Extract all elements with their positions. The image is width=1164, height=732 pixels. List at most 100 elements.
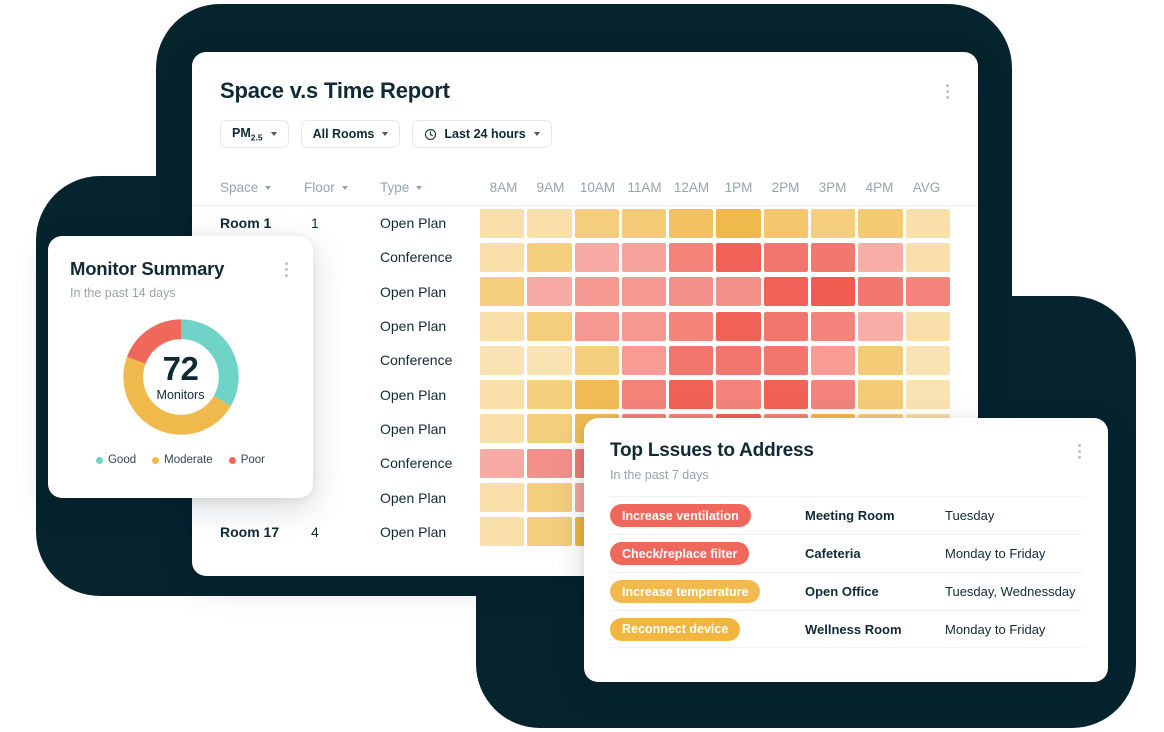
heatmap-cell[interactable] xyxy=(480,208,525,238)
heatmap-cell[interactable] xyxy=(574,380,619,410)
heatmap-cell[interactable] xyxy=(669,311,714,341)
heatmap-cell[interactable] xyxy=(527,277,572,307)
heatmap-cell[interactable] xyxy=(763,380,809,410)
heatmap-cell[interactable] xyxy=(621,277,667,307)
issue-row[interactable]: Check/replace filter Cafeteria Monday to F… xyxy=(610,534,1082,572)
heatmap-cell[interactable] xyxy=(527,414,572,444)
heatmap-cell[interactable] xyxy=(527,311,572,341)
heatmap-cell[interactable] xyxy=(858,380,903,410)
heatmap-cell[interactable] xyxy=(621,242,667,272)
issue-row[interactable]: Reconnect device Wellness Room Monday to F… xyxy=(610,610,1082,648)
heatmap-cell[interactable] xyxy=(480,345,525,375)
heatmap-cell[interactable] xyxy=(905,380,950,410)
column-header-type[interactable]: Type xyxy=(380,180,480,205)
heatmap-cell[interactable] xyxy=(811,380,856,410)
heatmap-cell[interactable] xyxy=(527,242,572,272)
column-header-time[interactable]: 4PM xyxy=(856,180,903,195)
heatmap-cell[interactable] xyxy=(669,242,714,272)
heatmap-cell[interactable] xyxy=(763,208,809,238)
legend-item[interactable]: Good xyxy=(95,454,136,466)
table-row[interactable]: Open Plan xyxy=(220,309,950,343)
heatmap-cell[interactable] xyxy=(527,483,572,513)
column-header-time[interactable]: 9AM xyxy=(527,180,574,195)
heatmap-cell[interactable] xyxy=(527,208,572,238)
more-vertical-icon[interactable] xyxy=(277,258,295,280)
heatmap-cell[interactable] xyxy=(527,380,572,410)
heatmap-cell[interactable] xyxy=(858,242,903,272)
heatmap-cell[interactable] xyxy=(574,242,619,272)
heatmap-cell[interactable] xyxy=(858,208,903,238)
issue-row[interactable]: Increase temperature Open Office Tuesday, … xyxy=(610,572,1082,610)
heatmap-cell[interactable] xyxy=(621,345,667,375)
heatmap-cell[interactable] xyxy=(716,345,761,375)
status-badge[interactable]: Check/replace filter xyxy=(610,542,750,565)
heatmap-cell[interactable] xyxy=(480,242,525,272)
column-header-time[interactable]: 12AM xyxy=(668,180,715,195)
heatmap-cell[interactable] xyxy=(480,380,525,410)
heatmap-cell[interactable] xyxy=(811,277,856,307)
heatmap-cell[interactable] xyxy=(574,277,619,307)
table-row[interactable]: Conference xyxy=(220,240,950,274)
status-badge[interactable]: Reconnect device xyxy=(610,617,741,641)
heatmap-cell[interactable] xyxy=(905,277,950,307)
column-header-space[interactable]: Space xyxy=(220,180,304,205)
table-row[interactable]: Open Plan xyxy=(220,275,950,309)
heatmap-cell[interactable] xyxy=(716,208,761,238)
heatmap-cell[interactable] xyxy=(480,277,525,307)
heatmap-cell[interactable] xyxy=(763,242,809,272)
table-row[interactable]: Room 1 1 Open Plan xyxy=(220,206,950,240)
heatmap-cell[interactable] xyxy=(669,277,714,307)
heatmap-cell[interactable] xyxy=(669,208,714,238)
heatmap-cell[interactable] xyxy=(480,414,525,444)
heatmap-cell[interactable] xyxy=(621,208,667,238)
heatmap-cell[interactable] xyxy=(763,345,809,375)
heatmap-cell[interactable] xyxy=(763,311,809,341)
heatmap-cell[interactable] xyxy=(716,311,761,341)
heatmap-cell[interactable] xyxy=(811,345,856,375)
heatmap-cell[interactable] xyxy=(716,277,761,307)
status-badge[interactable]: Increase temperature xyxy=(610,580,761,603)
heatmap-cell[interactable] xyxy=(669,380,714,410)
heatmap-cell[interactable] xyxy=(480,483,525,513)
heatmap-cell[interactable] xyxy=(716,380,761,410)
heatmap-cell[interactable] xyxy=(574,345,619,375)
column-header-time[interactable]: 11AM xyxy=(621,180,668,195)
heatmap-cell[interactable] xyxy=(811,311,856,341)
heatmap-cell[interactable] xyxy=(669,345,714,375)
issue-row[interactable]: Increase ventilation Meeting Room Tuesday xyxy=(610,496,1082,534)
table-row[interactable]: Open Plan xyxy=(220,377,950,411)
heatmap-cell[interactable] xyxy=(905,242,950,272)
heatmap-cell[interactable] xyxy=(858,311,903,341)
heatmap-cell[interactable] xyxy=(811,208,856,238)
column-header-time[interactable]: 10AM xyxy=(574,180,621,195)
heatmap-cell[interactable] xyxy=(858,277,903,307)
heatmap-cell[interactable] xyxy=(574,208,619,238)
heatmap-cell[interactable] xyxy=(527,517,572,547)
legend-item[interactable]: Moderate xyxy=(152,454,213,466)
heatmap-cell[interactable] xyxy=(574,311,619,341)
heatmap-cell[interactable] xyxy=(480,311,525,341)
heatmap-cell[interactable] xyxy=(527,345,572,375)
heatmap-cell[interactable] xyxy=(811,242,856,272)
column-header-time[interactable]: 1PM xyxy=(715,180,762,195)
heatmap-cell[interactable] xyxy=(858,345,903,375)
filter-timerange-dropdown[interactable]: Last 24 hours xyxy=(412,120,552,148)
heatmap-cell[interactable] xyxy=(905,345,950,375)
status-badge[interactable]: Increase ventilation xyxy=(610,504,751,527)
column-header-time[interactable]: 8AM xyxy=(480,180,527,195)
heatmap-cell[interactable] xyxy=(763,277,809,307)
heatmap-cell[interactable] xyxy=(480,517,525,547)
column-header-time[interactable]: 2PM xyxy=(762,180,809,195)
column-header-time[interactable]: AVG xyxy=(903,180,950,195)
column-header-time[interactable]: 3PM xyxy=(809,180,856,195)
heatmap-cell[interactable] xyxy=(905,311,950,341)
filter-rooms-dropdown[interactable]: All Rooms xyxy=(300,120,401,148)
more-vertical-icon[interactable] xyxy=(1070,440,1088,462)
legend-item[interactable]: Poor xyxy=(228,454,265,466)
heatmap-cell[interactable] xyxy=(905,208,950,238)
heatmap-cell[interactable] xyxy=(480,448,525,478)
heatmap-cell[interactable] xyxy=(527,448,572,478)
heatmap-cell[interactable] xyxy=(621,311,667,341)
heatmap-cell[interactable] xyxy=(621,380,667,410)
heatmap-cell[interactable] xyxy=(716,242,761,272)
